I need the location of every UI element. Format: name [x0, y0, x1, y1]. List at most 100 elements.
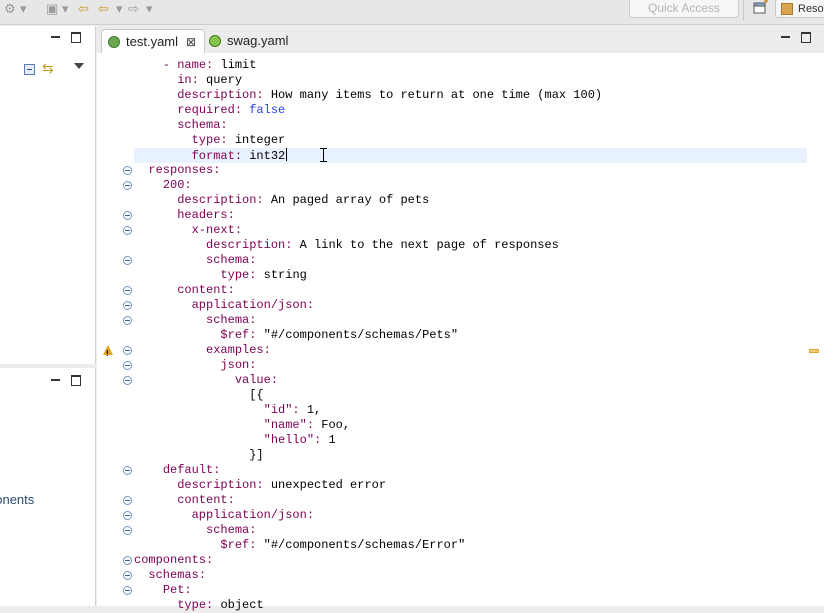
code-text: $ref: "#/components/schemas/Pets" — [134, 328, 458, 343]
code-line[interactable]: value: — [97, 373, 807, 388]
fold-collapse-icon[interactable] — [123, 361, 132, 370]
code-line[interactable]: type: integer — [97, 133, 807, 148]
yaml-key: format: — [191, 149, 243, 163]
code-line[interactable]: description: How many items to return at… — [97, 88, 807, 103]
run-icon[interactable]: ▣ — [46, 2, 58, 16]
dropdown-arrow-icon[interactable]: ▾ — [62, 2, 69, 16]
yaml-value: string — [263, 268, 307, 282]
yaml-value: false — [249, 103, 286, 117]
code-line[interactable]: schemas: — [97, 568, 807, 583]
code-line[interactable]: components: — [97, 553, 807, 568]
code-text: $ref: "#/components/schemas/Error" — [134, 538, 465, 553]
code-line[interactable]: json: — [97, 358, 807, 373]
fold-collapse-icon[interactable] — [123, 301, 132, 310]
code-line[interactable]: content: — [97, 283, 807, 298]
code-line[interactable]: schema: — [97, 523, 807, 538]
code-line[interactable]: 200: — [97, 178, 807, 193]
yaml-key: json: — [220, 358, 257, 372]
yaml-key: components: — [134, 553, 214, 567]
yaml-key: type: — [220, 268, 257, 282]
code-line[interactable]: default: — [97, 463, 807, 478]
code-line[interactable]: application/json: — [97, 298, 807, 313]
code-line[interactable]: application/json: — [97, 508, 807, 523]
secondary-panel: ponents — [0, 368, 96, 606]
code-line[interactable]: schema: — [97, 118, 807, 133]
maximize-icon[interactable] — [71, 32, 81, 43]
debug-icon[interactable]: ⚙ — [4, 2, 16, 16]
minimize-icon[interactable] — [51, 36, 60, 38]
code-line[interactable]: description: unexpected error — [97, 478, 807, 493]
maximize-icon[interactable] — [71, 375, 81, 386]
resource-perspective-button[interactable]: Reso — [775, 0, 824, 18]
fold-collapse-icon[interactable] — [123, 526, 132, 535]
yaml-key: examples: — [206, 343, 271, 357]
fold-collapse-icon[interactable] — [123, 496, 132, 505]
fold-collapse-icon[interactable] — [123, 166, 132, 175]
close-icon[interactable]: ⊠ — [186, 30, 196, 54]
yaml-key: schema: — [177, 118, 228, 132]
minimize-icon[interactable] — [781, 36, 790, 38]
last-edit-icon[interactable]: ⇦ — [78, 2, 89, 16]
yaml-key: name: — [177, 58, 214, 72]
view-menu-icon[interactable] — [74, 63, 84, 69]
code-line[interactable]: description: A link to the next page of … — [97, 238, 807, 253]
code-text: [{ — [134, 388, 263, 403]
fold-collapse-icon[interactable] — [123, 466, 132, 475]
tab-swag-yaml[interactable]: swag.yaml — [203, 29, 318, 53]
code-line[interactable]: x-next: — [97, 223, 807, 238]
code-line[interactable]: examples: — [97, 343, 807, 361]
fold-collapse-icon[interactable] — [123, 226, 132, 235]
code-line[interactable]: $ref: "#/components/schemas/Pets" — [97, 328, 807, 343]
fold-collapse-icon[interactable] — [123, 211, 132, 220]
code-line[interactable]: schema: — [97, 313, 807, 328]
code-line[interactable]: }] — [97, 448, 807, 463]
maximize-icon[interactable] — [801, 32, 811, 43]
overview-ruler[interactable] — [807, 53, 824, 606]
code-line[interactable]: "name": Foo, — [97, 418, 807, 433]
fold-collapse-icon[interactable] — [123, 571, 132, 580]
tab-test-yaml[interactable]: test.yaml ⊠ — [101, 29, 205, 54]
code-line[interactable]: format: int32 — [97, 148, 807, 163]
open-perspective-icon[interactable] — [752, 0, 770, 16]
minimize-icon[interactable] — [51, 379, 60, 381]
yaml-key: Pet: — [162, 583, 192, 597]
code-line[interactable]: Pet: — [97, 583, 807, 598]
dropdown-arrow-icon[interactable]: ▾ — [20, 2, 27, 16]
fold-collapse-icon[interactable] — [123, 286, 132, 295]
fold-collapse-icon[interactable] — [123, 316, 132, 325]
fold-collapse-icon[interactable] — [123, 376, 132, 385]
collapse-all-icon[interactable] — [24, 64, 35, 75]
code-line[interactable]: content: — [97, 493, 807, 508]
link-with-editor-icon[interactable]: ⇆ — [42, 60, 54, 76]
code-line[interactable]: "id": 1, — [97, 403, 807, 418]
code-line[interactable]: schema: — [97, 253, 807, 268]
fold-collapse-icon[interactable] — [123, 586, 132, 595]
dropdown-arrow-icon[interactable]: ▾ — [146, 2, 153, 16]
fold-collapse-icon[interactable] — [123, 556, 132, 565]
code-line[interactable]: - name: limit — [97, 58, 807, 73]
yaml-value: int32 — [249, 149, 286, 163]
code-line[interactable]: type: string — [97, 268, 807, 283]
code-area[interactable]: - name: limit in: query description: How… — [97, 53, 824, 612]
tree-item-components[interactable]: ponents — [0, 492, 34, 507]
code-text: type: string — [134, 268, 307, 283]
fold-collapse-icon[interactable] — [123, 256, 132, 265]
quick-access-input[interactable]: Quick Access — [629, 0, 739, 18]
fold-collapse-icon[interactable] — [123, 346, 132, 355]
fold-collapse-icon[interactable] — [123, 181, 132, 190]
code-line[interactable]: [{ — [97, 388, 807, 403]
code-line[interactable]: responses: — [97, 163, 807, 178]
dropdown-arrow-icon[interactable]: ▾ — [116, 2, 123, 16]
warning-marker[interactable] — [809, 349, 819, 353]
code-line[interactable]: in: query — [97, 73, 807, 88]
fold-collapse-icon[interactable] — [123, 511, 132, 520]
code-line[interactable]: headers: — [97, 208, 807, 223]
code-line[interactable]: "hello": 1 — [97, 433, 807, 448]
code-line[interactable]: $ref: "#/components/schemas/Error" — [97, 538, 807, 553]
code-line[interactable]: required: false — [97, 103, 807, 118]
forward-icon[interactable]: ⇨ — [128, 2, 139, 16]
warning-icon[interactable] — [103, 345, 113, 361]
back-icon[interactable]: ⇦ — [98, 2, 109, 16]
code-line[interactable]: description: An paged array of pets — [97, 193, 807, 208]
yaml-value: Foo, — [321, 418, 351, 432]
